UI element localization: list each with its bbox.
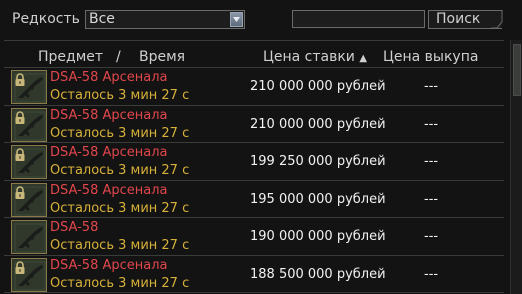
- item-name[interactable]: DSA-58: [50, 220, 98, 235]
- buyout-price: ---: [424, 191, 439, 207]
- lock-icon: [15, 73, 25, 86]
- rifle-icon[interactable]: [11, 145, 47, 179]
- item-name[interactable]: DSA-58 Арсенала: [50, 108, 168, 123]
- bid-price: 188 500 000 рублей: [250, 266, 386, 282]
- bid-price: 210 000 000 рублей: [250, 79, 386, 94]
- buyout-price: ---: [424, 116, 439, 132]
- bid-price: 210 000 000 рублей: [250, 116, 386, 132]
- header-bid-price[interactable]: Цена ставки ▲: [263, 49, 367, 65]
- auction-list: DSA-58 Арсенала Осталось 3 мин 27 с 210 …: [4, 68, 504, 293]
- item-name[interactable]: DSA-58 Арсенала: [50, 183, 168, 198]
- scrollbar-thumb[interactable]: [513, 44, 521, 96]
- header-item[interactable]: Предмет: [38, 49, 103, 65]
- auction-row[interactable]: DSA-58 Арсенала Осталось 3 мин 27 с 210 …: [4, 106, 504, 143]
- rarity-selected-value: Все: [89, 11, 115, 27]
- item-name[interactable]: DSA-58 Арсенала: [50, 70, 168, 85]
- item-name[interactable]: DSA-58 Арсенала: [50, 258, 168, 273]
- bid-price: 190 000 000 рублей: [250, 229, 386, 244]
- auction-row[interactable]: DSA-58 Арсенала Осталось 3 мин 27 с 188 …: [4, 256, 504, 293]
- rifle-icon[interactable]: [11, 182, 47, 217]
- time-remaining: Осталось 3 мин 27 с: [50, 275, 190, 291]
- bid-price: 199 250 000 рублей: [250, 154, 386, 169]
- chevron-down-icon[interactable]: [230, 12, 243, 27]
- auction-row[interactable]: DSA-58 Арсенала Осталось 3 мин 27 с 199 …: [4, 143, 504, 181]
- search-button-corner: [491, 10, 503, 29]
- filter-bar: Редкость Все Поиск: [0, 0, 522, 40]
- bid-price: 195 000 000 рублей: [250, 191, 386, 207]
- lock-icon: [15, 260, 25, 274]
- buyout-price: ---: [424, 266, 439, 282]
- item-name[interactable]: DSA-58 Арсенала: [50, 145, 168, 160]
- search-button[interactable]: Поиск: [428, 10, 503, 29]
- time-remaining: Осталось 3 мин 27 с: [50, 88, 190, 103]
- time-remaining: Осталось 3 мин 27 с: [50, 238, 190, 253]
- sort-ascending-icon: ▲: [359, 53, 368, 64]
- auction-panel: Редкость Все Поиск Предмет / Время Цена …: [0, 0, 522, 294]
- rarity-label: Редкость: [12, 11, 80, 27]
- buyout-price: ---: [424, 154, 439, 169]
- time-remaining: Осталось 3 мин 27 с: [50, 200, 190, 216]
- header-bid-price-label: Цена ставки: [263, 49, 355, 65]
- search-button-label: Поиск: [436, 11, 481, 27]
- filter-divider: [4, 40, 504, 41]
- auction-row[interactable]: DSA-58 Арсенала Осталось 3 мин 27 с 210 …: [4, 68, 504, 106]
- auction-row[interactable]: DSA-58 Осталось 3 мин 27 с 190 000 000 р…: [4, 218, 504, 256]
- search-input[interactable]: [292, 10, 425, 28]
- auction-row[interactable]: DSA-58 Арсенала Осталось 3 мин 27 с 195 …: [4, 181, 504, 218]
- table-header: Предмет / Время Цена ставки ▲ Цена выкуп…: [0, 46, 510, 68]
- buyout-price: ---: [424, 229, 439, 244]
- lock-icon: [15, 110, 25, 124]
- rifle-icon[interactable]: [11, 70, 47, 104]
- buyout-price: ---: [424, 79, 439, 94]
- time-remaining: Осталось 3 мин 27 с: [50, 125, 190, 141]
- scrollbar[interactable]: [510, 40, 522, 294]
- header-buyout-price[interactable]: Цена выкупа: [383, 49, 478, 65]
- lock-icon: [15, 185, 25, 199]
- time-remaining: Осталось 3 мин 27 с: [50, 163, 190, 178]
- rifle-icon[interactable]: [11, 257, 47, 292]
- rarity-select[interactable]: Все: [85, 10, 245, 29]
- header-separator: /: [116, 49, 121, 65]
- header-time[interactable]: Время: [139, 49, 185, 65]
- lock-icon: [15, 148, 25, 161]
- rifle-icon[interactable]: [11, 107, 47, 142]
- rifle-icon[interactable]: [11, 220, 47, 254]
